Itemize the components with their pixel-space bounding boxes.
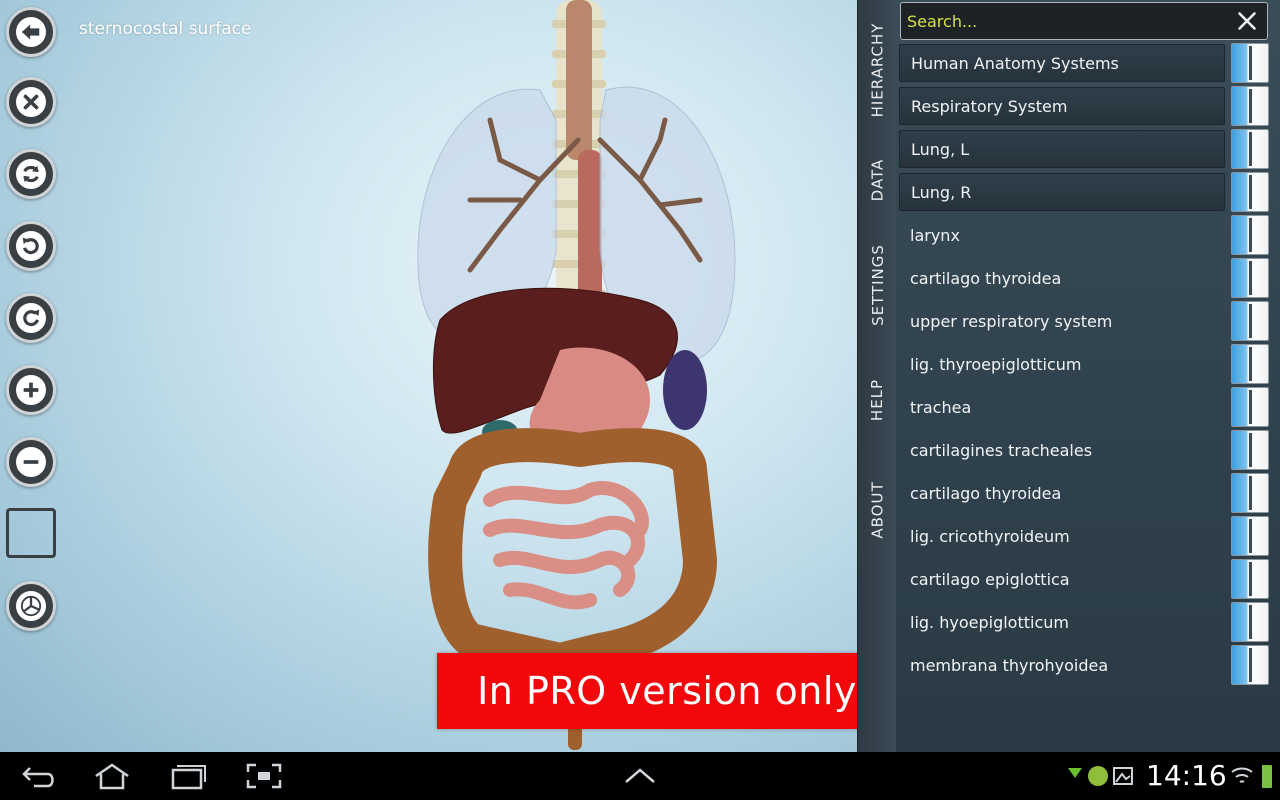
nav-expand-button[interactable] <box>620 762 660 790</box>
list-item-label: larynx <box>910 225 960 245</box>
visibility-toggle[interactable] <box>1231 602 1269 642</box>
list-item[interactable]: membrana thyrohyoidea <box>896 644 1280 685</box>
view-mode-button[interactable] <box>6 581 56 631</box>
list-item-label: upper respiratory system <box>910 311 1113 331</box>
search-box <box>900 2 1268 40</box>
tab-hierarchy[interactable]: HIERARCHY <box>858 10 897 130</box>
list-item[interactable]: cartilago epiglottica <box>896 558 1280 599</box>
back-icon <box>22 767 54 788</box>
android-debug-icon <box>1068 766 1133 786</box>
anatomy-model[interactable] <box>0 0 857 752</box>
nav-screenshot-button[interactable] <box>244 762 284 790</box>
list-item[interactable]: lig. thyroepiglotticum <box>896 343 1280 384</box>
nav-recents-button[interactable] <box>168 762 208 790</box>
visibility-toggle[interactable] <box>1231 86 1269 126</box>
model-viewport[interactable]: sternocostal surface In PRO version only <box>0 0 857 752</box>
list-item-label: lig. thyroepiglotticum <box>910 354 1082 374</box>
home-icon <box>95 763 129 790</box>
reset-view-button[interactable] <box>6 149 56 199</box>
hierarchy-panel: Human Anatomy Systems Respiratory System… <box>896 0 1280 752</box>
zoom-in-button[interactable] <box>6 365 56 415</box>
list-item[interactable]: cartilago thyroidea <box>896 257 1280 298</box>
search-input[interactable] <box>907 7 1227 35</box>
rotate-ccw-icon <box>16 231 46 261</box>
visibility-toggle[interactable] <box>1231 129 1269 169</box>
chevron-up-icon <box>625 768 655 783</box>
arrow-left-icon <box>16 17 46 47</box>
visibility-toggle[interactable] <box>1231 430 1269 470</box>
list-item[interactable]: trachea <box>896 386 1280 427</box>
close-icon <box>16 87 46 117</box>
clock: 14:16 <box>1146 759 1227 792</box>
notification-icons[interactable] <box>1066 762 1136 790</box>
list-item-label: membrana thyrohyoidea <box>910 655 1109 675</box>
hierarchy-header-label: Human Anatomy Systems <box>899 44 1225 82</box>
pie-icon <box>16 591 46 621</box>
refresh-icon <box>16 159 46 189</box>
visibility-toggle[interactable] <box>1231 301 1269 341</box>
visibility-toggle[interactable] <box>1231 559 1269 599</box>
visibility-toggle[interactable] <box>1231 645 1269 685</box>
plus-icon <box>16 375 46 405</box>
list-item-label: cartilago thyroidea <box>910 268 1062 288</box>
nav-home-button[interactable] <box>92 762 132 790</box>
visibility-toggle[interactable] <box>1231 387 1269 427</box>
list-item[interactable]: cartilago thyroidea <box>896 472 1280 513</box>
list-item-label: trachea <box>910 397 972 417</box>
tab-data[interactable]: DATA <box>858 140 897 220</box>
rotate-cw-icon <box>16 303 46 333</box>
hierarchy-header-label: Lung, L <box>899 130 1225 168</box>
list-item[interactable]: cartilagines tracheales <box>896 429 1280 470</box>
visibility-toggle[interactable] <box>1231 43 1269 83</box>
list-item-label: lig. hyoepiglotticum <box>910 612 1069 632</box>
rotate-left-button[interactable] <box>6 221 56 271</box>
hierarchy-header-row[interactable]: Respiratory System <box>896 85 1280 126</box>
visibility-toggle[interactable] <box>1231 172 1269 212</box>
hierarchy-header-label: Lung, R <box>899 173 1225 211</box>
hierarchy-header-label: Respiratory System <box>899 87 1225 125</box>
status-icons <box>1228 762 1276 790</box>
close-button[interactable] <box>6 77 56 127</box>
tab-about[interactable]: ABOUT <box>858 460 897 560</box>
close-icon <box>1238 12 1256 30</box>
select-box-button[interactable] <box>6 508 56 558</box>
minus-icon <box>16 447 46 477</box>
visibility-toggle[interactable] <box>1231 258 1269 298</box>
list-item-label: cartilago thyroidea <box>910 483 1062 503</box>
visibility-toggle[interactable] <box>1231 516 1269 556</box>
hierarchy-header-row[interactable]: Human Anatomy Systems <box>896 42 1280 83</box>
vertical-tabs: HIERARCHY DATA SETTINGS HELP ABOUT <box>857 0 896 752</box>
list-item-label: lig. cricothyroideum <box>910 526 1070 546</box>
rotate-right-button[interactable] <box>6 293 56 343</box>
list-item[interactable]: lig. hyoepiglotticum <box>896 601 1280 642</box>
list-item[interactable]: upper respiratory system <box>896 300 1280 341</box>
nav-back-button[interactable] <box>20 762 60 790</box>
recents-icon <box>171 765 206 790</box>
pro-version-banner[interactable]: In PRO version only <box>437 653 857 729</box>
tab-help[interactable]: HELP <box>858 360 897 440</box>
list-item-label: cartilago epiglottica <box>910 569 1070 589</box>
list-item-label: cartilagines tracheales <box>910 440 1093 460</box>
visibility-toggle[interactable] <box>1231 473 1269 513</box>
list-item[interactable]: lig. cricothyroideum <box>896 515 1280 556</box>
back-button[interactable] <box>6 7 56 57</box>
zoom-out-button[interactable] <box>6 437 56 487</box>
visibility-toggle[interactable] <box>1231 215 1269 255</box>
system-bar: 14:16 <box>0 752 1280 800</box>
visibility-toggle[interactable] <box>1231 344 1269 384</box>
hierarchy-header-row[interactable]: Lung, R <box>896 171 1280 212</box>
hierarchy-header-row[interactable]: Lung, L <box>896 128 1280 169</box>
screenshot-icon <box>246 763 282 789</box>
list-item[interactable]: larynx <box>896 214 1280 255</box>
view-title: sternocostal surface <box>79 19 252 39</box>
wifi-battery-icon <box>1231 765 1272 788</box>
search-clear-button[interactable] <box>1235 9 1259 33</box>
tab-settings[interactable]: SETTINGS <box>858 230 897 340</box>
